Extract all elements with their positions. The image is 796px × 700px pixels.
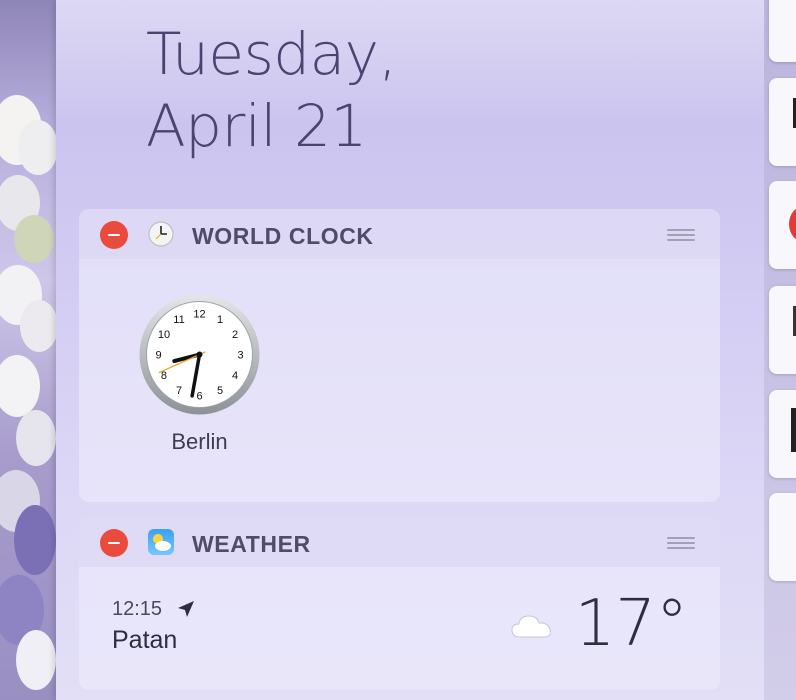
clock-numeral: 2 — [232, 329, 238, 341]
clock-numeral: 5 — [217, 385, 223, 397]
date-day: April 21 — [146, 92, 367, 160]
side-card[interactable] — [769, 286, 796, 374]
side-card[interactable] — [769, 493, 796, 581]
clock-numeral: 10 — [158, 329, 170, 341]
clock-numeral: 4 — [232, 370, 238, 382]
weather-widget: WEATHER 12:15 Patan 17° — [79, 517, 720, 690]
widget-header: WORLD CLOCK — [79, 209, 720, 259]
widget-title: WEATHER — [192, 531, 311, 557]
clock-numeral: 1 — [217, 314, 223, 326]
location-arrow-icon — [177, 600, 195, 623]
right-side-panel — [764, 0, 796, 700]
side-card[interactable] — [769, 181, 796, 269]
clock-numeral: 6 — [196, 391, 202, 403]
analog-clock[interactable]: 12 1 2 3 4 5 6 7 8 9 10 11 — [139, 294, 260, 420]
clock-numeral: 11 — [173, 314, 184, 326]
clock-numeral: 7 — [176, 385, 182, 397]
weather-time: 12:15 — [112, 598, 163, 620]
widget-header: WEATHER — [79, 517, 720, 567]
date-weekday: Tuesday, — [146, 20, 397, 88]
clock-center-pin — [196, 351, 203, 358]
remove-widget-button[interactable] — [100, 221, 128, 249]
notification-center-panel: Tuesday, April 21 WORLD CLOCK 12 1 2 3 4… — [56, 0, 764, 700]
cloud-icon — [510, 611, 554, 646]
side-card[interactable] — [769, 78, 796, 166]
remove-widget-button[interactable] — [100, 529, 128, 557]
clock-app-icon — [148, 221, 174, 247]
desktop-wallpaper — [0, 0, 56, 700]
clock-numeral: 3 — [237, 350, 243, 362]
weather-city[interactable]: Patan — [112, 626, 177, 655]
side-card[interactable] — [769, 0, 796, 62]
clock-numeral: 9 — [155, 350, 161, 362]
clock-numeral: 12 — [193, 309, 205, 321]
side-card[interactable] — [769, 390, 796, 478]
temperature: 17° — [574, 587, 688, 661]
drag-handle-icon[interactable] — [667, 537, 695, 549]
drag-handle-icon[interactable] — [667, 229, 695, 241]
today-date: Tuesday, April 21 — [146, 18, 397, 162]
clock-face: 12 1234567891011 — [139, 294, 260, 415]
clock-city-label: Berlin — [171, 429, 228, 454]
world-clock-widget: WORLD CLOCK 12 1 2 3 4 5 6 7 8 9 10 11 Berlin — [79, 209, 720, 502]
widget-title: WORLD CLOCK — [192, 223, 374, 249]
weather-app-icon — [148, 529, 174, 555]
